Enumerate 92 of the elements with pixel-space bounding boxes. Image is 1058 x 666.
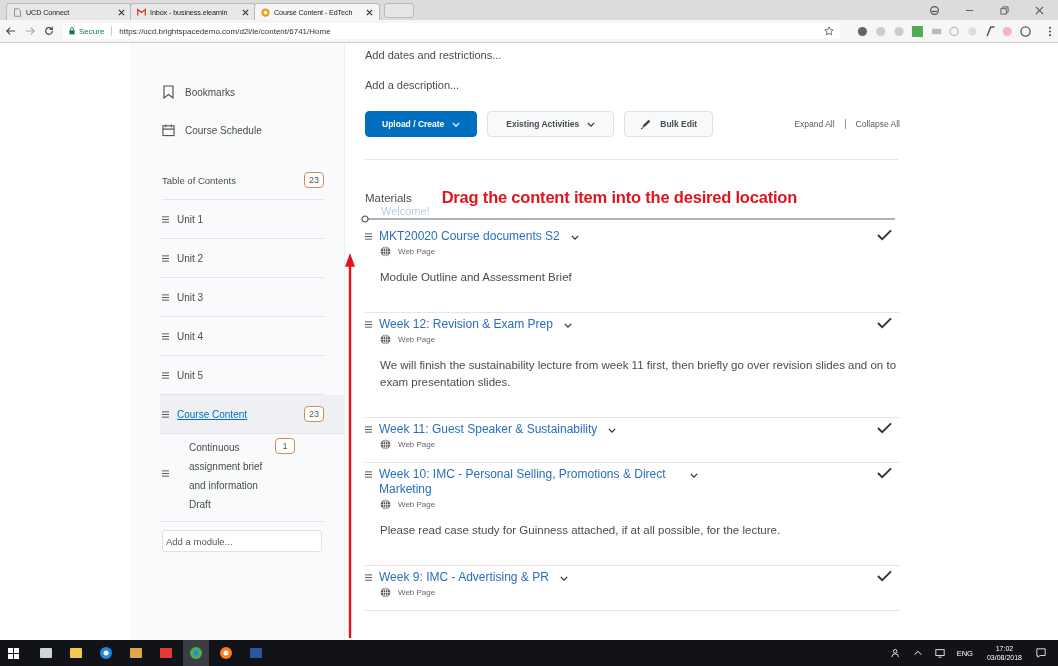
- drag-handle-icon: [162, 470, 169, 477]
- address-bar[interactable]: Secure https://ucd.brightspacedemo.com/d2l/le/content/6741/Home: [63, 23, 840, 39]
- collapse-all-link[interactable]: Collapse All: [855, 119, 900, 129]
- round-logo-icon: [189, 646, 203, 660]
- close-icon[interactable]: [242, 8, 249, 16]
- globe-icon: [380, 246, 391, 257]
- drag-handle-icon: [162, 410, 169, 418]
- expand-all-link[interactable]: Expand All: [794, 119, 835, 129]
- drag-handle-icon: [162, 371, 169, 379]
- folder-icon: [69, 646, 83, 660]
- item-type-label: Web Page: [398, 440, 436, 449]
- mail-icon: [137, 7, 146, 17]
- module-item[interactable]: Unit 3: [160, 278, 324, 317]
- caret-icon[interactable]: [563, 323, 572, 328]
- sidebar-link[interactable]: Course Schedule: [162, 111, 324, 149]
- close-icon[interactable]: [366, 8, 373, 16]
- toolbar-button[interactable]: Existing Activities: [487, 111, 615, 137]
- instruction-annotation: Drag the content item into the desired location: [441, 188, 798, 207]
- module-item[interactable]: Unit 1: [160, 200, 324, 239]
- item-count: 1: [275, 438, 295, 454]
- caret-icon: [452, 121, 461, 127]
- caret-icon[interactable]: [570, 235, 579, 240]
- module-item[interactable]: Unit 2: [160, 239, 324, 278]
- app-icon: [129, 646, 143, 660]
- close-icon[interactable]: [1035, 5, 1044, 15]
- people-icon[interactable]: [890, 648, 901, 658]
- item-type-label: Web Page: [398, 335, 436, 344]
- secure-label: Secure: [79, 26, 105, 36]
- dragged-item-title: Welcome!: [381, 205, 430, 217]
- drag-handle-icon[interactable]: [365, 321, 372, 328]
- content-item-link[interactable]: MKT20020 Course documents S2: [379, 229, 560, 244]
- item-description: Module Outline and Assessment Brief: [380, 270, 573, 285]
- pencil-icon: [640, 118, 653, 130]
- globe-icon: [380, 439, 391, 450]
- reload-icon[interactable]: [44, 26, 54, 36]
- caret-icon[interactable]: [559, 576, 568, 581]
- profile-icon[interactable]: [930, 5, 939, 15]
- app-icon: [159, 646, 173, 660]
- drag-handle-icon[interactable]: [365, 574, 372, 581]
- globe-icon: [380, 499, 391, 510]
- drag-handle-icon: [162, 254, 169, 262]
- windows-start-icon[interactable]: [8, 647, 19, 659]
- calendar-icon: [162, 123, 175, 137]
- item-type-label: Web Page: [398, 588, 436, 597]
- content-item-link[interactable]: Week 9: IMC - Advertising & PR: [379, 570, 549, 585]
- materials-heading: Materials: [365, 191, 412, 204]
- globe-icon: [380, 587, 391, 598]
- caret-icon: [587, 121, 596, 127]
- content-item-link[interactable]: Week 12: Revision & Exam Prep: [379, 317, 553, 332]
- restore-icon[interactable]: [1000, 5, 1009, 15]
- drag-handle-icon: [162, 215, 169, 223]
- url-text: https://ucd.brightspacedemo.com/d2l/le/content/6741/Home: [119, 26, 331, 36]
- caret-icon[interactable]: [608, 428, 617, 433]
- module-item[interactable]: Unit 4: [160, 317, 324, 356]
- toc-heading: Table of Contents: [162, 174, 236, 186]
- item-count: 23: [304, 406, 324, 422]
- lock-icon: [69, 27, 75, 35]
- toolbar-button[interactable]: Bulk Edit: [624, 111, 714, 137]
- menu-icon[interactable]: [1048, 25, 1052, 37]
- item-description: Please read case study for Guinness attached, if at all possible, for the lecture.: [380, 523, 782, 538]
- content-item-link[interactable]: Week 10: IMC - Personal Selling, Promotions & Direct Marketing: [379, 467, 679, 497]
- add-description-link[interactable]: Add a description...: [365, 79, 900, 97]
- module-item[interactable]: Course Content 23: [160, 395, 344, 434]
- bookmark-icon: [162, 85, 175, 99]
- back-icon[interactable]: [6, 26, 16, 36]
- module-item[interactable]: Continuous assignment brief and information Draft 1: [160, 434, 324, 522]
- item-count: 23: [304, 172, 324, 188]
- star-icon[interactable]: [824, 26, 834, 36]
- add-dates-link[interactable]: Add dates and restrictions...: [365, 49, 900, 67]
- drag-handle-icon: [162, 293, 169, 301]
- network-icon[interactable]: [934, 648, 945, 658]
- item-type-label: Web Page: [398, 500, 436, 509]
- page-icon: [13, 7, 22, 17]
- caret-icon[interactable]: [690, 473, 698, 478]
- drag-handle-icon[interactable]: [365, 426, 372, 433]
- app-icon: [249, 646, 263, 660]
- chevron-up-icon[interactable]: [912, 648, 923, 658]
- toolbar-button[interactable]: Upload / Create: [365, 111, 478, 137]
- sidebar-link[interactable]: Bookmarks: [162, 73, 324, 111]
- drag-handle-icon[interactable]: [365, 471, 372, 478]
- globe-icon: [380, 334, 391, 345]
- item-type-label: Web Page: [398, 247, 436, 256]
- drag-handle-icon: [162, 332, 169, 340]
- circle-logo-icon: [261, 7, 270, 17]
- add-module-field[interactable]: Add a module...: [162, 530, 322, 552]
- round-logo-icon: [219, 646, 233, 660]
- item-description: We will finish the sustainability lecture from week 11 first, then briefly go over revision slides and on to exam presentation slides.: [380, 358, 898, 390]
- notification-icon[interactable]: [1036, 648, 1046, 658]
- drag-handle-icon[interactable]: [365, 233, 372, 240]
- close-icon[interactable]: [118, 8, 125, 16]
- content-item-link[interactable]: Week 11: Guest Speaker & Sustainability: [379, 422, 598, 437]
- app-icon: [39, 646, 53, 660]
